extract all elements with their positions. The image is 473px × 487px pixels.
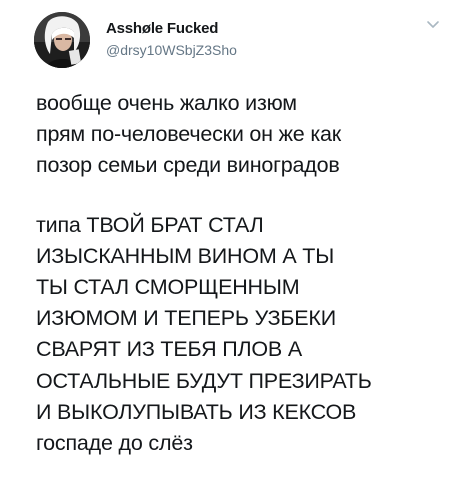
avatar[interactable]	[34, 12, 90, 68]
tweet-line: ИЗЫСКАННЫМ ВИНОМ А ТЫ	[36, 243, 335, 268]
tweet-line: ОСТАЛЬНЫЕ БУДУТ ПРЕЗИРАТЬ	[36, 368, 372, 393]
tweet-card: Asshøle Fucked @drsy10WSbjZ3Sho вообще о…	[0, 0, 473, 487]
tweet-line: вообще очень жалко изюм	[36, 91, 297, 115]
tweet-text: вообще очень жалко изюм прям по-человече…	[36, 88, 456, 459]
tweet-header: Asshøle Fucked @drsy10WSbjZ3Sho	[34, 12, 444, 70]
tweet-line: прям по-человечески он же как	[36, 122, 341, 147]
tweet-line: ТЫ СТАЛ СМОРЩЕННЫМ	[36, 275, 300, 300]
tweet-line: госпаде до слёз	[36, 431, 193, 456]
user-avatar-icon	[34, 12, 90, 68]
tweet-line: И ВЫКОЛУПЫВАТЬ ИЗ КЕКСОВ	[36, 399, 357, 424]
tweet-line: ИЗЮМОМ И ТЕПЕРЬ УЗБЕКИ	[36, 306, 336, 331]
chevron-down-icon[interactable]	[424, 16, 442, 34]
author-names: Asshøle Fucked @drsy10WSbjZ3Sho	[106, 19, 237, 60]
display-name[interactable]: Asshøle Fucked	[106, 19, 237, 38]
tweet-line: СВАРЯТ ИЗ ТЕБЯ ПЛОВ А	[36, 337, 302, 362]
tweet-line: типа ТВОЙ БРАТ СТАЛ	[36, 212, 264, 237]
tweet-line: позор семьи среди виноградов	[36, 153, 340, 178]
user-handle[interactable]: @drsy10WSbjZ3Sho	[106, 40, 237, 60]
